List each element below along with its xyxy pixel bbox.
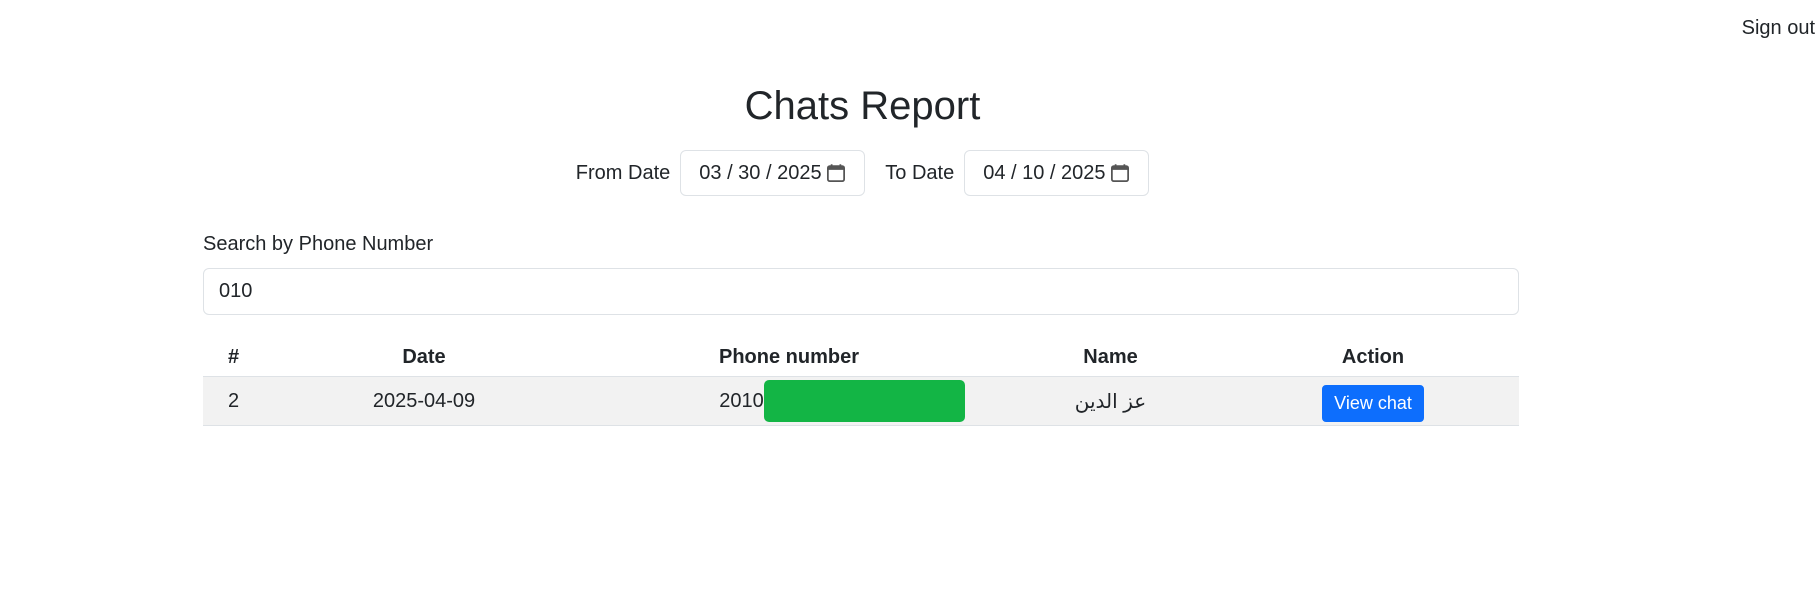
date-filter-row: From Date 03 / 30 / 2025 To Date 04 / 10…	[0, 150, 1725, 196]
from-date-value: 03 / 30 / 2025	[699, 161, 822, 184]
to-date-input[interactable]: 04 / 10 / 2025	[964, 150, 1150, 196]
search-label: Search by Phone Number	[203, 233, 434, 255]
phone-redaction-block	[763, 380, 965, 422]
header-date: Date	[264, 338, 584, 377]
search-phone-input[interactable]	[203, 268, 1519, 315]
table-header-row: # Date Phone number Name Action	[203, 338, 1519, 377]
row-phone: 2010	[584, 376, 994, 426]
view-chat-button[interactable]: View chat	[1322, 384, 1424, 422]
phone-visible-prefix: 2010	[719, 389, 764, 412]
header-phone: Phone number	[584, 338, 994, 377]
header-action: Action	[1227, 338, 1519, 377]
calendar-icon[interactable]	[1110, 163, 1130, 183]
to-date-label: To Date	[885, 161, 955, 184]
to-date-value: 04 / 10 / 2025	[983, 161, 1106, 184]
sign-out-link[interactable]: Sign out	[1742, 17, 1815, 40]
row-name: عز الدين	[994, 376, 1227, 426]
page-title: Chats Report	[744, 84, 981, 128]
from-date-label: From Date	[575, 161, 671, 184]
header-name: Name	[994, 338, 1227, 377]
phone-cell: 2010	[719, 380, 965, 422]
header-number: #	[203, 338, 264, 377]
row-action: View chat	[1227, 376, 1519, 426]
calendar-icon[interactable]	[826, 163, 846, 183]
from-date-input[interactable]: 03 / 30 / 2025	[680, 150, 866, 196]
table-row: 2 2025-04-09 2010 عز الدين View chat	[203, 376, 1519, 426]
page: Sign out Chats Report From Date 03 / 30 …	[0, 0, 1815, 606]
row-date: 2025-04-09	[264, 376, 584, 426]
row-number: 2	[203, 376, 264, 426]
chats-table: # Date Phone number Name Action 2 2025-0…	[203, 338, 1519, 426]
